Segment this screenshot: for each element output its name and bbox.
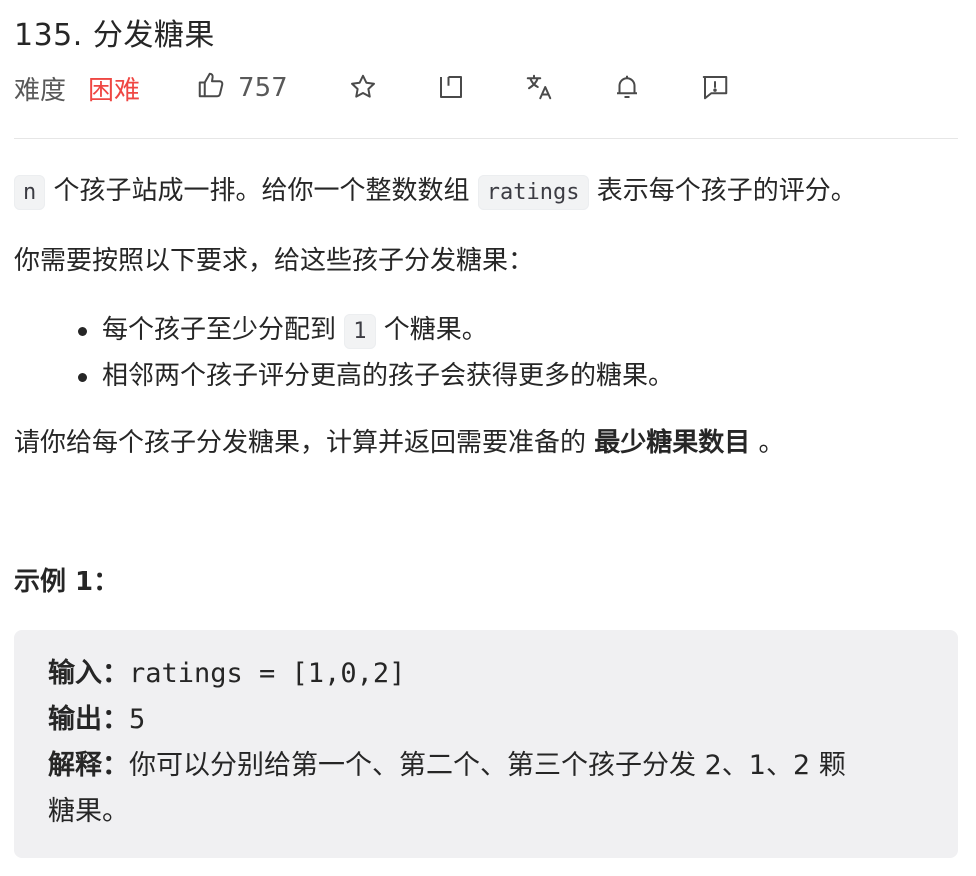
star-icon — [348, 72, 378, 102]
like-button[interactable]: 757 — [196, 70, 288, 107]
problem-page: 135. 分发糖果 难度 困难 757 n 个孩子站成一排。给你一个整数数组 r… — [0, 0, 976, 876]
notify-button[interactable] — [612, 72, 642, 102]
favorite-button[interactable] — [348, 72, 378, 102]
feedback-icon — [700, 72, 730, 102]
example-output-label: 输出： — [48, 704, 129, 735]
example-output-value: 5 — [129, 704, 146, 735]
example-explain-continuation: 糖果。 — [48, 790, 129, 834]
example-explain-text: 你可以分别给第一个、第二个、第三个孩子分发 2、1、2 颗 — [129, 750, 846, 781]
share-icon — [436, 72, 466, 102]
header-divider — [14, 138, 958, 139]
list-item: 相邻两个孩子评分更高的孩子会获得更多的糖果。 — [72, 354, 674, 398]
difficulty-badge: 困难 — [88, 75, 141, 106]
feedback-button[interactable] — [700, 72, 730, 102]
text-segment: 个糖果。 — [375, 315, 488, 345]
text-segment: 。 — [750, 428, 785, 458]
example-explain-text-2: 糖果。 — [48, 796, 129, 827]
example-explain-line: 解释：你可以分别给第一个、第二个、第三个孩子分发 2、1、2 颗 — [48, 744, 846, 788]
translate-button[interactable] — [524, 72, 554, 102]
example-input-label: 输入： — [48, 658, 129, 689]
example-block: 输入：ratings = [1,0,2] 输出：5 解释：你可以分别给第一个、第… — [14, 630, 958, 858]
inline-code: ratings — [477, 175, 589, 210]
requirements-list: 每个孩子至少分配到 1 个糖果。 相邻两个孩子评分更高的孩子会获得更多的糖果。 — [72, 308, 674, 398]
description-paragraph-2: 你需要按照以下要求，给这些孩子分发糖果： — [14, 246, 535, 276]
text-segment: 表示每个孩子的评分。 — [588, 176, 857, 206]
example-output-line: 输出：5 — [48, 698, 145, 742]
inline-code: n — [14, 175, 46, 210]
example-explain-label: 解释： — [48, 750, 129, 781]
bold-text: 最少糖果数目 — [594, 428, 751, 458]
example-input-line: 输入：ratings = [1,0,2] — [48, 652, 405, 696]
description-paragraph-1: n 个孩子站成一排。给你一个整数数组 ratings 表示每个孩子的评分。 — [14, 168, 857, 216]
text-segment: 请你给每个孩子分发糖果，计算并返回需要准备的 — [14, 428, 595, 458]
inline-code: 1 — [344, 314, 376, 349]
problem-meta-bar: 难度 困难 757 — [14, 66, 288, 110]
like-count: 757 — [238, 73, 288, 103]
example-input-value: ratings = [1,0,2] — [129, 658, 406, 689]
description-paragraph-3: 请你给每个孩子分发糖果，计算并返回需要准备的 最少糖果数目 。 — [14, 420, 785, 466]
example-heading: 示例 1： — [14, 567, 120, 597]
bell-icon — [612, 72, 642, 102]
share-button[interactable] — [436, 72, 466, 102]
difficulty-label: 难度 — [14, 75, 67, 106]
list-item: 每个孩子至少分配到 1 个糖果。 — [72, 308, 674, 354]
thumbs-up-icon — [196, 70, 226, 107]
text-segment: 每个孩子至少分配到 — [102, 315, 345, 345]
problem-title: 135. 分发糖果 — [14, 18, 215, 53]
translate-icon — [524, 72, 554, 102]
text-segment: 个孩子站成一排。给你一个整数数组 — [45, 176, 478, 206]
